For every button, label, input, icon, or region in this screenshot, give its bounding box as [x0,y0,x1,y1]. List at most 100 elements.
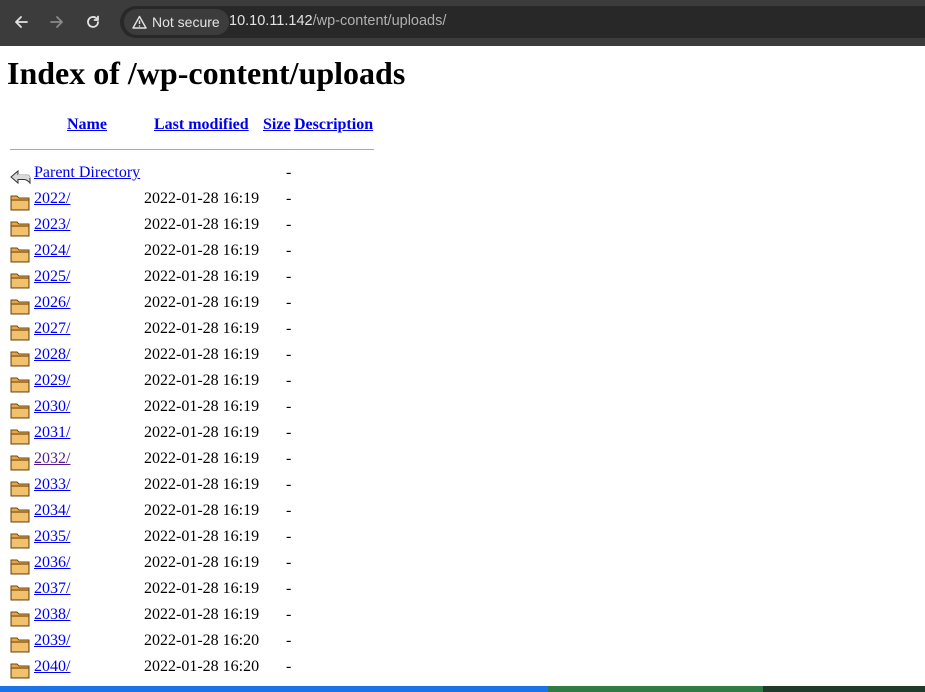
folder-link[interactable]: 2038/ [34,606,70,624]
folder-icon [10,273,30,289]
reload-icon [87,15,99,28]
security-indicator[interactable]: Not secure [124,9,229,35]
folder-link[interactable]: 2027/ [34,320,70,338]
table-row: 2029/2022-01-28 16:19 - [0,369,400,395]
folder-link[interactable]: 2025/ [34,268,70,286]
table-row: 2025/2022-01-28 16:19 - [0,265,400,291]
folder-link[interactable]: 2040/ [34,658,70,676]
bottom-strip [0,686,925,692]
size-value: - [286,164,292,181]
table-row: 2038/2022-01-28 16:19 - [0,603,400,629]
page-title: Index of /wp-content/uploads [7,55,406,91]
table-row: 2030/2022-01-28 16:19 - [0,395,400,421]
folder-link[interactable]: 2035/ [34,528,70,546]
parent-directory-row: Parent Directory - [0,161,400,187]
folder-link[interactable]: 2024/ [34,242,70,260]
url-text[interactable]: 10.10.11.142/wp-content/uploads/ [229,13,446,29]
table-row: 2036/2022-01-28 16:19 - [0,551,400,577]
folder-icon [10,429,30,445]
last-modified-value: 2022-01-28 16:19 [144,450,260,467]
folder-link[interactable]: 2039/ [34,632,70,650]
size-value: - [286,502,292,519]
last-modified-value: 2022-01-28 16:19 [144,554,260,571]
table-row: 2034/2022-01-28 16:19 - [0,499,400,525]
last-modified-value: 2022-01-28 16:19 [144,424,260,441]
address-bar[interactable]: Not secure 10.10.11.142/wp-content/uploa… [120,6,925,38]
sort-by-last-modified-link[interactable]: Last modified [154,116,249,134]
sort-by-size-link[interactable]: Size [263,116,291,134]
last-modified-value: 2022-01-28 16:19 [144,268,260,285]
folder-link[interactable]: 2032/ [34,450,70,468]
size-value: - [286,294,292,311]
folder-link[interactable]: 2028/ [34,346,70,364]
last-modified-value: 2022-01-28 16:19 [144,216,260,233]
security-label: Not secure [152,14,220,30]
folder-link[interactable]: 2022/ [34,190,70,208]
last-modified-value: 2022-01-28 16:19 [144,606,260,623]
folder-icon [10,533,30,549]
size-value: - [286,398,292,415]
folder-icon [10,481,30,497]
folder-icon [10,455,30,471]
size-value: - [286,216,292,233]
last-modified-value: 2022-01-28 16:20 [144,658,260,675]
folder-link[interactable]: 2031/ [34,424,70,442]
folder-link[interactable]: 2026/ [34,294,70,312]
parent-directory-link[interactable]: Parent Directory [34,164,140,182]
last-modified-value: 2022-01-28 16:19 [144,242,260,259]
sort-by-description-link[interactable]: Description [294,116,373,134]
arrow-left-icon [15,16,28,28]
folder-icon [10,637,30,653]
size-value: - [286,658,292,675]
folder-icon [10,351,30,367]
table-row: 2022/2022-01-28 16:19 - [0,187,400,213]
folder-icon [10,559,30,575]
folder-icon [10,221,30,237]
table-row: 2039/2022-01-28 16:20 - [0,629,400,655]
last-modified-value: 2022-01-28 16:19 [144,320,260,337]
folder-icon [10,325,30,341]
folder-icon [10,611,30,627]
last-modified-value: 2022-01-28 16:19 [144,190,260,207]
size-value: - [286,190,292,207]
last-modified-value: 2022-01-28 16:19 [144,580,260,597]
folder-icon [10,299,30,315]
page-content: Index of /wp-content/uploads Name Last m… [0,46,925,686]
size-value: - [286,268,292,285]
table-row: 2035/2022-01-28 16:19 - [0,525,400,551]
size-value: - [286,424,292,441]
last-modified-value: 2022-01-28 16:19 [144,398,260,415]
size-value: - [286,528,292,545]
arrow-right-icon [50,16,63,28]
last-modified-value: 2022-01-28 16:20 [144,632,260,649]
last-modified-value: 2022-01-28 16:19 [144,372,260,389]
reload-button[interactable] [81,10,105,34]
forward-button[interactable] [45,10,69,34]
table-row: 2037/2022-01-28 16:19 - [0,577,400,603]
folder-link[interactable]: 2023/ [34,216,70,234]
folder-link[interactable]: 2033/ [34,476,70,494]
size-value: - [286,554,292,571]
back-arrow-icon [10,169,31,185]
folder-link[interactable]: 2037/ [34,580,70,598]
url-path: /wp-content/uploads/ [312,13,447,29]
folder-link[interactable]: 2036/ [34,554,70,572]
size-value: - [286,632,292,649]
folder-link[interactable]: 2029/ [34,372,70,390]
table-row: 2033/2022-01-28 16:19 - [0,473,400,499]
last-modified-value: 2022-01-28 16:19 [144,502,260,519]
last-modified-value: 2022-01-28 16:19 [144,346,260,363]
table-row: 2031/2022-01-28 16:19 - [0,421,400,447]
folder-link[interactable]: 2030/ [34,398,70,416]
size-value: - [286,346,292,363]
folder-link[interactable]: 2034/ [34,502,70,520]
sort-by-name-link[interactable]: Name [67,116,107,134]
back-button[interactable] [9,10,33,34]
size-value: - [286,476,292,493]
folder-icon [10,377,30,393]
size-value: - [286,242,292,259]
header-divider [10,149,374,150]
size-value: - [286,320,292,337]
warning-triangle-icon [132,15,147,29]
folder-icon [10,663,30,679]
